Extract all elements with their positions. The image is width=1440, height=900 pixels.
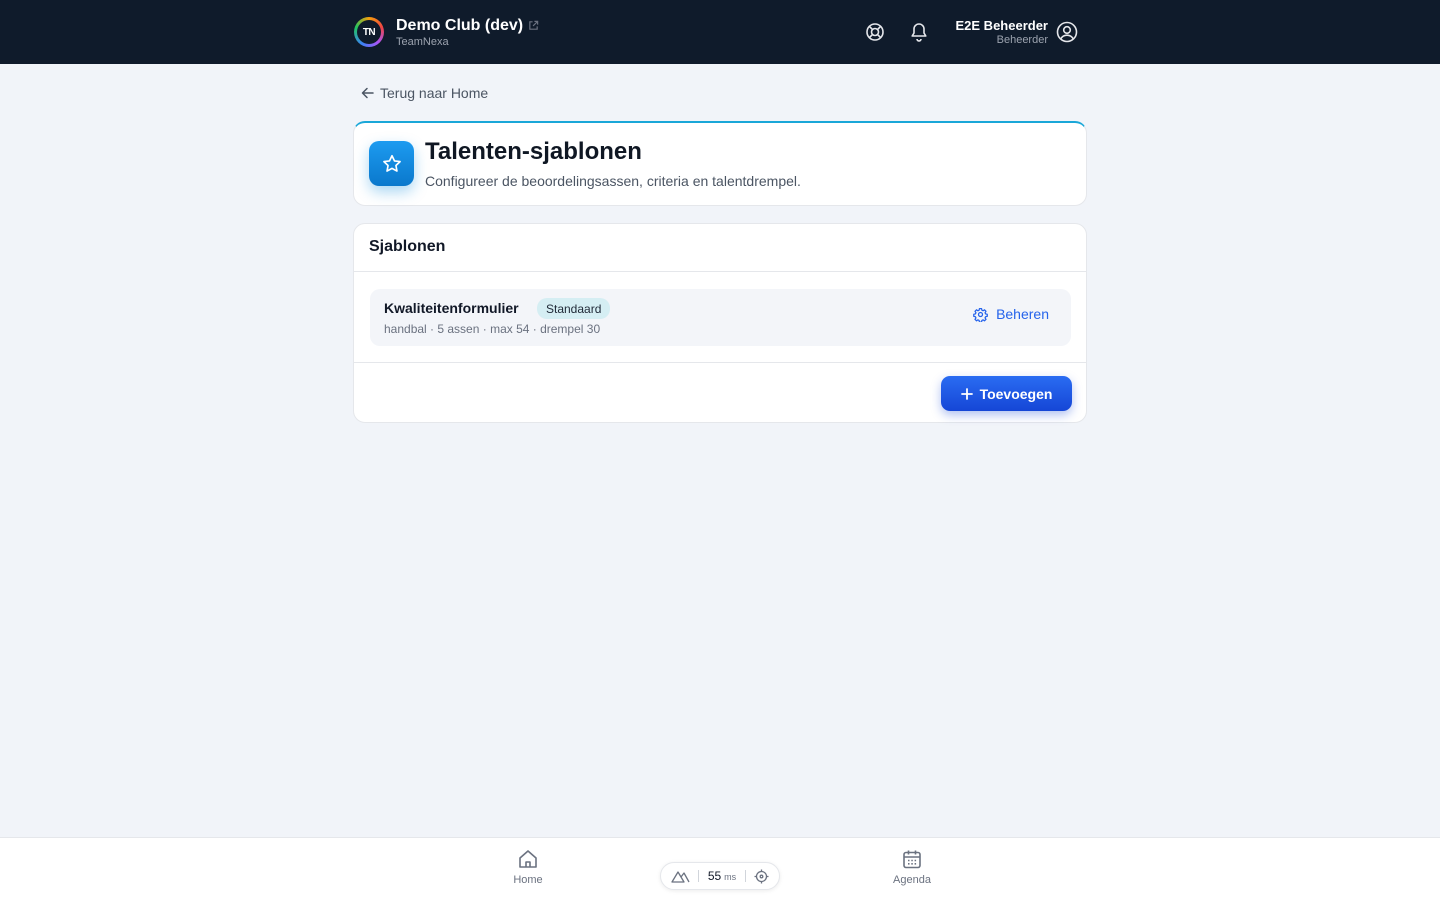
top-bar: TN Demo Club (dev) TeamNexa E2E Beheerde… bbox=[0, 0, 1440, 64]
account-button[interactable] bbox=[1056, 21, 1078, 43]
perf-value: 55 ms bbox=[708, 869, 736, 883]
page-title: Talenten-sjablonen bbox=[425, 138, 642, 165]
perf-separator bbox=[744, 870, 746, 882]
brand-block: Demo Club (dev) TeamNexa bbox=[396, 17, 539, 48]
back-link-label: Terug naar Home bbox=[380, 85, 489, 101]
user-info[interactable]: E2E Beheerder Beheerder bbox=[956, 18, 1049, 46]
calendar-icon bbox=[903, 850, 921, 869]
page-icon bbox=[369, 141, 414, 186]
manage-button-label: Beheren bbox=[996, 306, 1049, 322]
nav-home[interactable]: Home bbox=[488, 848, 568, 886]
notifications-button[interactable] bbox=[908, 21, 930, 43]
nav-agenda[interactable]: Agenda bbox=[872, 848, 952, 886]
divider bbox=[354, 362, 1086, 363]
bell-icon bbox=[910, 23, 927, 42]
gear-icon bbox=[973, 307, 988, 322]
nav-agenda-label: Agenda bbox=[893, 874, 931, 886]
external-link-icon[interactable] bbox=[528, 20, 539, 31]
template-name: Kwaliteitenformulier bbox=[384, 300, 519, 316]
perf-number: 55 bbox=[707, 869, 722, 883]
page-header-card: Talenten-sjablonen Configureer de beoord… bbox=[353, 121, 1087, 206]
perf-separator bbox=[698, 870, 700, 882]
star-icon bbox=[382, 154, 401, 172]
arrow-left-icon bbox=[361, 87, 374, 99]
default-badge: Standaard bbox=[537, 298, 611, 319]
user-circle-icon bbox=[1056, 21, 1078, 43]
bottom-nav: Home 55 ms Agenda bbox=[0, 837, 1440, 900]
templates-card: Sjablonen Kwaliteitenformulier Standaard… bbox=[353, 223, 1087, 423]
club-name[interactable]: Demo Club (dev) bbox=[396, 17, 523, 35]
page-subtitle: Configureer de beoordelingsassen, criter… bbox=[425, 173, 801, 189]
manage-button[interactable]: Beheren bbox=[973, 306, 1049, 322]
list-item: Kwaliteitenformulier Standaard handbal ·… bbox=[370, 289, 1071, 346]
help-lifebuoy-icon bbox=[865, 23, 884, 41]
section-title: Sjablonen bbox=[369, 238, 446, 255]
back-to-home-link[interactable]: Terug naar Home bbox=[361, 85, 488, 101]
logo-text: TN bbox=[357, 20, 381, 44]
home-icon bbox=[519, 850, 537, 868]
divider bbox=[354, 271, 1086, 272]
help-button[interactable] bbox=[864, 21, 886, 43]
perf-unit: ms bbox=[724, 872, 737, 882]
user-name: E2E Beheerder bbox=[955, 18, 1049, 33]
add-template-button[interactable]: Toevoegen bbox=[941, 376, 1072, 411]
performance-indicator[interactable]: 55 ms bbox=[660, 862, 780, 890]
club-logo[interactable]: TN bbox=[354, 17, 384, 47]
plus-icon bbox=[960, 387, 973, 400]
user-role: Beheerder bbox=[996, 34, 1048, 46]
nav-home-label: Home bbox=[513, 874, 543, 886]
crosshair-icon bbox=[754, 869, 769, 883]
template-meta: handbal · 5 assen · max 54 · drempel 30 bbox=[384, 322, 601, 336]
add-button-label: Toevoegen bbox=[979, 385, 1053, 402]
org-name: TeamNexa bbox=[396, 35, 449, 48]
mountain-icon bbox=[671, 870, 690, 883]
